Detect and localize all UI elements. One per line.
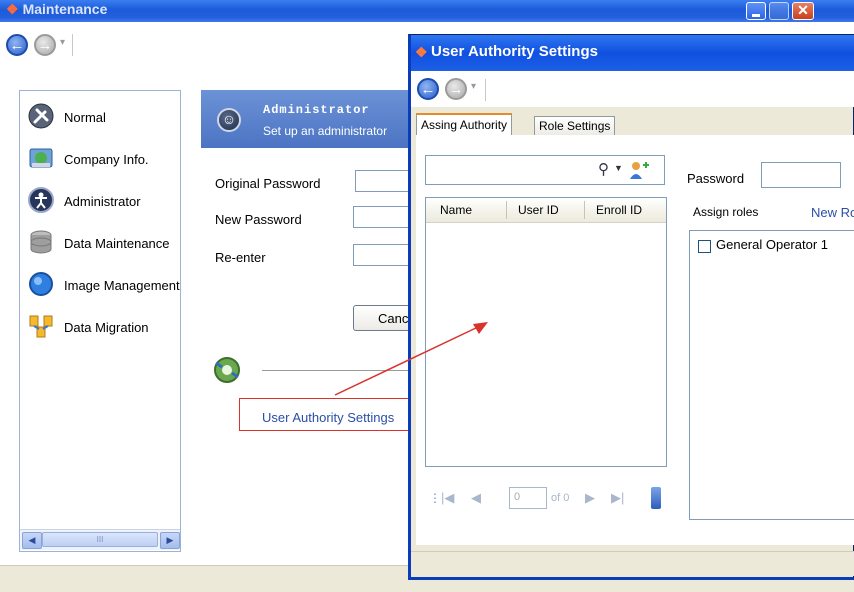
forward-arrow-icon[interactable]: → <box>34 34 56 56</box>
app-icon: ❖ <box>415 44 428 60</box>
original-password-label: Original Password <box>215 176 321 191</box>
scrollbar-thumb[interactable]: III <box>42 532 158 547</box>
sidebar-item-data-maintenance[interactable]: Data Maintenance <box>28 229 178 259</box>
sidebar-item-administrator[interactable]: Administrator <box>28 187 178 217</box>
new-password-field[interactable] <box>353 206 413 228</box>
next-page-icon[interactable]: ▶ <box>585 490 595 506</box>
scroll-right-arrow-icon[interactable]: ▶ <box>160 532 180 549</box>
column-header-user-id[interactable]: User ID <box>518 203 559 217</box>
search-options-dropdown-icon[interactable]: ▼ <box>614 163 623 173</box>
password-label: Password <box>687 171 745 186</box>
page-position-input[interactable]: 0 <box>509 487 547 509</box>
role-label: General Operator 1 <box>716 237 829 252</box>
admin-panel-title: Administrator <box>263 103 370 117</box>
re-enter-label: Re-enter <box>215 250 266 265</box>
dialog-titlebar: ❖ User Authority Settings <box>411 35 854 71</box>
main-window-titlebar: ❖ Maintenance ✕ <box>0 0 854 22</box>
sidebar-item-label: Normal <box>64 110 106 125</box>
dialog-title: User Authority Settings <box>431 43 598 60</box>
new-role-link[interactable]: New Role <box>811 205 854 220</box>
previous-page-icon[interactable]: ◀ <box>471 490 481 506</box>
nav-history-dropdown-icon[interactable]: ▾ <box>471 81 476 92</box>
administrator-icon: ☺ <box>217 108 241 132</box>
column-separator <box>506 201 507 219</box>
sidebar-item-label: Data Migration <box>64 320 149 335</box>
image-globe-icon <box>29 272 53 296</box>
roles-list: General Operator 1 <box>689 230 854 520</box>
first-page-icon[interactable]: |◀ <box>441 490 454 506</box>
database-icon <box>30 230 52 254</box>
dialog-bottom-bar <box>411 551 854 576</box>
sidebar-item-label: Company Info. <box>64 152 149 167</box>
sidebar-item-label: Administrator <box>64 194 141 209</box>
main-window-title: ❖ Maintenance <box>6 1 108 17</box>
sidebar-item-label: Image Management <box>64 278 180 293</box>
app-icon: ❖ <box>6 1 19 17</box>
back-arrow-icon[interactable]: ← <box>6 34 28 56</box>
tab-assing-authority[interactable]: Assing Authority <box>416 113 513 136</box>
role-checkbox[interactable] <box>698 240 711 253</box>
nav-separator <box>72 34 73 56</box>
back-arrow-icon[interactable]: ← <box>417 78 439 100</box>
new-password-label: New Password <box>215 212 302 227</box>
company-info-icon <box>29 148 53 168</box>
grid-pager: ⋮ |◀ ◀ 0 of 0 ▶ ▶| <box>425 483 667 515</box>
grid-header: Name User ID Enroll ID <box>426 198 666 223</box>
sidebar-item-normal[interactable]: Normal <box>28 103 178 133</box>
page-count-label: of 0 <box>551 492 570 504</box>
user-authority-settings-window: ❖ User Authority Settings ← → ▾ Role Set… <box>408 34 854 580</box>
column-header-name[interactable]: Name <box>440 203 472 217</box>
minimize-button[interactable] <box>746 2 766 20</box>
admin-panel-subtitle: Set up an administrator <box>263 124 388 138</box>
sidebar: Normal Company Info. Administrator Data … <box>19 90 181 552</box>
sidebar-item-data-migration[interactable]: Data Migration <box>28 313 178 343</box>
sidebar-horizontal-scrollbar[interactable]: ◀ III ▶ <box>20 529 180 550</box>
user-settings-gear-icon <box>214 357 240 383</box>
user-authority-settings-link[interactable]: User Authority Settings <box>262 410 394 425</box>
maximize-button[interactable] <box>769 2 789 20</box>
data-migration-icon <box>29 315 53 338</box>
tab-role-settings[interactable]: Role Settings <box>534 116 616 135</box>
scroll-left-arrow-icon[interactable]: ◀ <box>22 532 42 549</box>
column-separator <box>584 201 585 219</box>
pager-overflow-menu-icon[interactable] <box>651 487 661 509</box>
search-box: ⚲ ▼ <box>425 155 665 185</box>
sidebar-item-image-management[interactable]: Image Management <box>28 271 180 301</box>
tab-strip: Role Settings Assing Authority <box>416 113 854 136</box>
wrench-icon <box>28 103 54 129</box>
add-user-icon[interactable] <box>628 159 650 181</box>
section-divider <box>262 370 412 371</box>
last-page-icon[interactable]: ▶| <box>611 490 624 506</box>
password-field[interactable] <box>761 162 841 188</box>
column-header-enroll-id[interactable]: Enroll ID <box>596 203 642 217</box>
close-button[interactable]: ✕ <box>792 2 814 20</box>
sidebar-item-label: Data Maintenance <box>64 236 170 251</box>
search-icon[interactable]: ⚲ <box>598 160 609 178</box>
search-input[interactable] <box>428 159 592 183</box>
original-password-field[interactable] <box>355 170 415 192</box>
forward-arrow-icon[interactable]: → <box>445 78 467 100</box>
assign-roles-label: Assign roles <box>693 205 759 219</box>
re-enter-field[interactable] <box>353 244 413 266</box>
nav-history-dropdown-icon[interactable]: ▾ <box>60 37 65 48</box>
user-list-panel: ⚲ ▼ Name User ID Enroll ID ⋮ |◀ ◀ 0 of 0… <box>425 155 667 535</box>
sidebar-item-company-info[interactable]: Company Info. <box>28 145 178 175</box>
dialog-nav-toolbar: ← → ▾ <box>411 71 854 107</box>
users-grid[interactable]: Name User ID Enroll ID <box>425 197 667 467</box>
nav-separator <box>485 79 486 101</box>
administrator-icon <box>28 187 54 213</box>
toolbar-grip-icon: ⋮ <box>429 491 441 505</box>
